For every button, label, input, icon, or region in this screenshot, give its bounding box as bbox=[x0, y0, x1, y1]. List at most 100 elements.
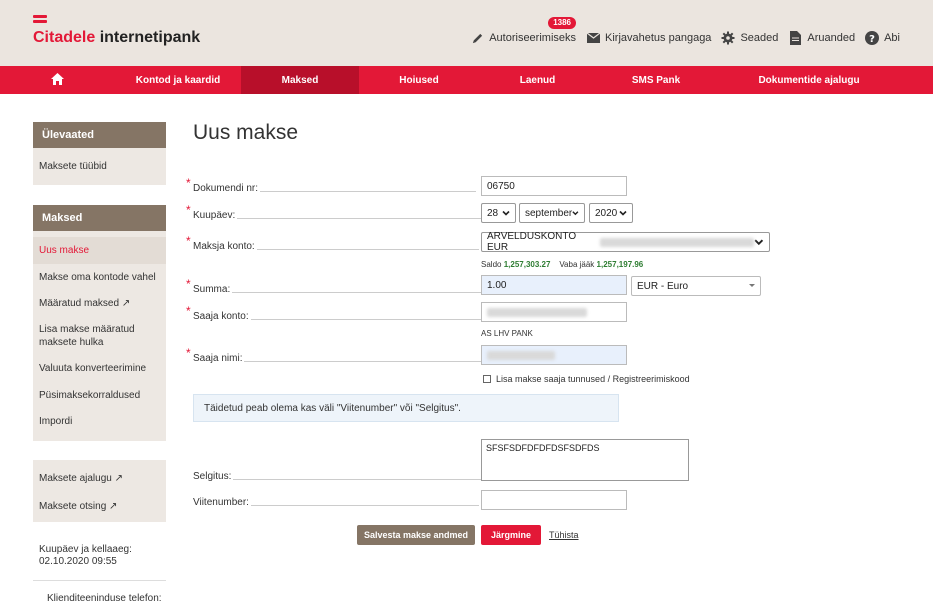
add-identifiers-checkbox[interactable] bbox=[483, 375, 491, 383]
settings-label: Seaded bbox=[740, 32, 779, 44]
add-identifiers-option[interactable]: Lisa makse saaja tunnused / Registreerim… bbox=[483, 374, 690, 384]
required-marker: * bbox=[186, 234, 191, 248]
doc-number-input[interactable]: 06750 bbox=[481, 176, 627, 196]
recipient-name-row: * Saaja nimi: bbox=[186, 346, 482, 364]
svg-text:?: ? bbox=[869, 34, 875, 45]
support-phone-label: Klienditeeninduse telefon: bbox=[47, 593, 162, 603]
amount-row: * Summa: bbox=[186, 277, 482, 295]
chevron-down-icon bbox=[502, 210, 510, 216]
top-links: Autoriseerimiseks 1386 Kirjavahetus pang… bbox=[460, 17, 900, 45]
doc-number-label: Dokumendi nr: bbox=[193, 183, 259, 194]
redacted-iban bbox=[600, 237, 755, 247]
nav-payments[interactable]: Maksed bbox=[241, 66, 359, 94]
sidebar-item-scheduled[interactable]: Määratud maksed ↗ bbox=[33, 291, 166, 316]
recipient-account-row: * Saaja konto: bbox=[186, 304, 484, 322]
required-marker: * bbox=[186, 176, 191, 190]
date-month-select[interactable]: september bbox=[519, 203, 585, 223]
sidebar-item-standing-orders[interactable]: Püsimaksekorraldused bbox=[33, 382, 166, 409]
home-icon bbox=[51, 72, 64, 88]
nav-sms-bank[interactable]: SMS Pank bbox=[596, 66, 716, 94]
sidebar-history: Maksete ajalugu ↗ Maksete otsing ↗ bbox=[33, 460, 166, 522]
required-marker: * bbox=[186, 346, 191, 360]
help-label: Abi bbox=[884, 32, 900, 44]
chevron-down-icon bbox=[619, 210, 627, 216]
balance-info: Saldo 1,257,303.27 Vaba jääk 1,257,197.9… bbox=[481, 260, 644, 269]
sidebar-item-own-accounts[interactable]: Makse oma kontode vahel bbox=[33, 264, 166, 291]
required-marker: * bbox=[186, 277, 191, 291]
date-row: * Kuupäev: bbox=[186, 203, 482, 221]
sidebar-overview-title: Ülevaated bbox=[33, 122, 166, 148]
reference-row: Viitenumber: bbox=[193, 497, 479, 508]
nav-home[interactable] bbox=[0, 66, 115, 94]
settings-link[interactable]: Seaded bbox=[721, 31, 778, 45]
redacted-account bbox=[487, 307, 587, 317]
datetime-label: Kuupäev ja kellaaeg: bbox=[39, 544, 132, 555]
free-balance-value: 1,257,197.96 bbox=[596, 260, 644, 269]
gear-icon bbox=[721, 31, 735, 45]
amount-label: Summa: bbox=[193, 284, 231, 295]
header: Citadele internetipank Autoriseerimiseks… bbox=[0, 0, 933, 66]
next-button[interactable]: Järgmine bbox=[481, 525, 541, 545]
add-identifiers-label: Lisa makse saaja tunnused / Registreerim… bbox=[496, 374, 690, 384]
envelope-icon bbox=[586, 31, 600, 45]
date-day-select[interactable]: 28 bbox=[481, 203, 516, 223]
balance-value: 1,257,303.27 bbox=[503, 260, 551, 269]
page-title: Uus makse bbox=[193, 121, 299, 144]
nav-loans[interactable]: Laenud bbox=[479, 66, 596, 94]
reference-label: Viitenumber: bbox=[193, 497, 249, 508]
chevron-down-icon bbox=[754, 239, 764, 246]
recipient-account-label: Saaja konto: bbox=[193, 311, 249, 322]
required-marker: * bbox=[186, 304, 191, 318]
nav-document-history[interactable]: Dokumentide ajalugu bbox=[716, 66, 902, 94]
explanation-label: Selgitus: bbox=[193, 471, 232, 482]
sidebar-item-import[interactable]: Impordi bbox=[33, 409, 166, 434]
product-name: internetipank bbox=[99, 29, 201, 46]
sidebar-divider bbox=[33, 580, 166, 581]
messages-label: Kirjavahetus pangaga bbox=[605, 32, 712, 44]
amount-input[interactable]: 1.00 bbox=[481, 275, 627, 295]
date-year-select[interactable]: 2020 bbox=[589, 203, 633, 223]
required-marker: * bbox=[186, 203, 191, 217]
brand-name: Citadele bbox=[33, 29, 96, 46]
recipient-account-input[interactable] bbox=[481, 302, 627, 322]
sidebar-overview: Ülevaated Maksete tüübid bbox=[33, 122, 166, 185]
cancel-link[interactable]: Tühista bbox=[549, 530, 579, 540]
nav-deposits[interactable]: Hoiused bbox=[359, 66, 479, 94]
messages-link[interactable]: Kirjavahetus pangaga bbox=[586, 31, 711, 45]
redacted-name bbox=[487, 350, 555, 360]
info-message: Täidetud peab olema kas väli "Viitenumbe… bbox=[193, 394, 619, 422]
currency-select[interactable]: EUR - Euro bbox=[631, 276, 761, 296]
document-icon bbox=[788, 31, 802, 45]
payer-account-label: Maksja konto: bbox=[193, 241, 255, 252]
date-label: Kuupäev: bbox=[193, 210, 236, 221]
main-nav: Kontod ja kaardid Maksed Hoiused Laenud … bbox=[0, 66, 933, 94]
chevron-down-icon bbox=[572, 211, 579, 216]
reports-label: Aruanded bbox=[807, 32, 856, 44]
sidebar-item-new-payment[interactable]: Uus makse bbox=[33, 237, 166, 264]
reference-input[interactable] bbox=[481, 490, 627, 510]
explanation-textarea[interactable]: SFSFSDFDFDFDSFSDFDS bbox=[481, 439, 689, 481]
doc-number-row: * Dokumendi nr: bbox=[186, 176, 477, 194]
authorize-link[interactable]: Autoriseerimiseks 1386 bbox=[470, 17, 577, 45]
authorize-count-badge: 1386 bbox=[548, 17, 576, 29]
pencil-icon bbox=[470, 31, 484, 45]
sidebar-item-add-scheduled[interactable]: Lisa makse määratud maksete hulka bbox=[33, 316, 166, 355]
help-link[interactable]: ? Abi bbox=[865, 31, 900, 45]
sidebar-payments-title: Maksed bbox=[33, 205, 166, 231]
payer-account-select[interactable]: ARVELDUSKONTO EUR bbox=[481, 231, 770, 253]
sidebar-item-currency-convert[interactable]: Valuuta konverteerimine bbox=[33, 355, 166, 382]
chevron-down-icon bbox=[749, 284, 755, 287]
reports-link[interactable]: Aruanded bbox=[788, 31, 855, 45]
recipient-bank-name: AS LHV PANK bbox=[481, 329, 533, 338]
sidebar-item-payment-types[interactable]: Maksete tüübid bbox=[33, 148, 166, 185]
authorize-label: Autoriseerimiseks bbox=[489, 32, 577, 44]
recipient-name-label: Saaja nimi: bbox=[193, 353, 243, 364]
nav-accounts-cards[interactable]: Kontod ja kaardid bbox=[115, 66, 241, 94]
sidebar-payments: Maksed Uus makse Makse oma kontode vahel… bbox=[33, 205, 166, 441]
sidebar-item-payment-history[interactable]: Maksete ajalugu ↗ bbox=[33, 460, 166, 496]
sidebar-item-payment-search[interactable]: Maksete otsing ↗ bbox=[33, 496, 166, 516]
save-payment-button[interactable]: Salvesta makse andmed bbox=[357, 525, 475, 545]
datetime-value: 02.10.2020 09:55 bbox=[39, 556, 117, 567]
logo-mark-icon bbox=[33, 15, 47, 24]
recipient-name-input[interactable] bbox=[481, 345, 627, 365]
